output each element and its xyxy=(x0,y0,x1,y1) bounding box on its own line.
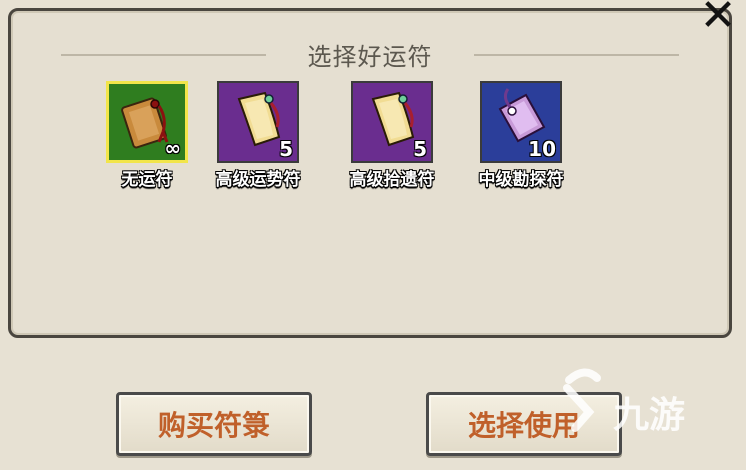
talisman-select-dialog: 选择好运符 ∞ 无运符 5 高级运势符 5 高级拾遗符 10 中级勘探符 xyxy=(8,8,732,338)
talisman-label: 无运符 xyxy=(121,170,173,190)
dialog-title: 选择好运符 xyxy=(307,42,433,71)
talisman-label: 高级运势符 xyxy=(215,170,301,190)
talisman-item-pickup[interactable]: 5 高级拾遗符 xyxy=(332,81,452,190)
talisman-tile[interactable]: 5 xyxy=(351,81,433,163)
talisman-label: 中级勘探符 xyxy=(478,170,564,190)
item-count: ∞ xyxy=(164,136,181,160)
talisman-label: 高级拾遗符 xyxy=(349,170,435,190)
talisman-tile[interactable]: 5 xyxy=(217,81,299,163)
item-count: 5 xyxy=(413,137,427,161)
item-count: 10 xyxy=(528,137,556,161)
item-count: 5 xyxy=(279,137,293,161)
talisman-tile[interactable]: ∞ xyxy=(106,81,188,163)
buy-talisman-button[interactable]: 购买符箓 xyxy=(116,392,312,456)
talisman-tile[interactable]: 10 xyxy=(480,81,562,163)
title-divider-left xyxy=(61,54,266,56)
choose-use-button[interactable]: 选择使用 xyxy=(426,392,622,456)
talisman-item-explore[interactable]: 10 中级勘探符 xyxy=(461,81,581,190)
talisman-item-fortune[interactable]: 5 高级运势符 xyxy=(198,81,318,190)
dialog-header: 选择好运符 xyxy=(11,37,729,71)
watermark-text: 九游 xyxy=(613,395,686,436)
title-divider-right xyxy=(474,54,679,56)
talisman-item-none[interactable]: ∞ 无运符 xyxy=(87,81,207,190)
close-icon[interactable]: ✕ xyxy=(696,0,740,38)
